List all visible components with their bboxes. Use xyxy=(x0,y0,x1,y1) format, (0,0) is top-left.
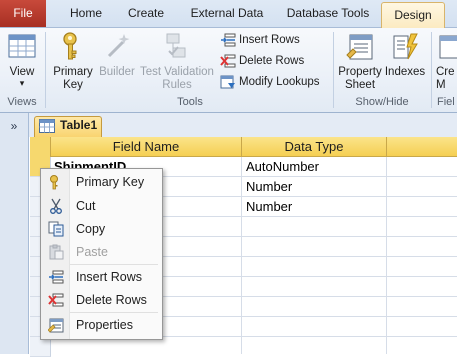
insert-rows-icon xyxy=(221,33,236,47)
create-macro-button[interactable]: Cre M xyxy=(436,30,457,92)
test-validation-label-line1: Test Validation xyxy=(140,66,214,78)
indexes-icon xyxy=(389,30,421,62)
column-header-description[interactable] xyxy=(387,137,457,157)
tab-design[interactable]: Design xyxy=(381,2,445,29)
delete-rows-icon xyxy=(220,54,236,68)
menu-item-properties[interactable]: Properties xyxy=(41,314,161,336)
property-sheet-button[interactable]: Property Sheet xyxy=(337,30,383,92)
test-validation-label-line2: Rules xyxy=(162,79,192,91)
table-icon xyxy=(39,119,55,133)
group-separator xyxy=(45,32,46,108)
builder-wand-icon xyxy=(101,30,133,62)
field-group-label: Fiel xyxy=(437,96,455,108)
menu-item-label: Primary Key xyxy=(76,175,145,189)
data-type-cell[interactable]: Number xyxy=(246,197,292,216)
row-selector[interactable] xyxy=(30,337,51,357)
data-type-cell[interactable]: AutoNumber xyxy=(246,157,319,176)
create-macro-label-line2: M xyxy=(436,79,446,91)
menu-item-label: Cut xyxy=(76,199,96,213)
tab-database-tools[interactable]: Database Tools xyxy=(278,0,378,27)
insert-rows-button[interactable]: Insert Rows xyxy=(220,30,300,50)
nav-pane-toggle-button[interactable]: » xyxy=(2,117,26,135)
delete-rows-icon xyxy=(48,293,64,307)
delete-rows-button[interactable]: Delete Rows xyxy=(220,51,304,71)
builder-button[interactable]: Builder xyxy=(96,30,138,79)
primary-key-button[interactable]: Primary Key xyxy=(50,30,96,92)
menu-item-insert-rows[interactable]: Insert Rows xyxy=(41,266,161,288)
column-header-field-name[interactable]: Field Name xyxy=(51,137,242,157)
menu-item-delete-rows[interactable]: Delete Rows xyxy=(41,289,161,311)
primary-key-label-line2: Key xyxy=(63,79,83,91)
modify-lookups-label: Modify Lookups xyxy=(239,76,320,88)
property-sheet-label-line1: Property xyxy=(338,66,382,78)
menu-item-label: Properties xyxy=(76,318,133,332)
menu-item-label: Delete Rows xyxy=(76,293,147,307)
delete-rows-label: Delete Rows xyxy=(239,55,305,67)
menu-item-copy[interactable]: Copy xyxy=(41,218,161,240)
tab-create[interactable]: Create xyxy=(116,0,176,27)
menu-separator xyxy=(70,264,158,265)
builder-label: Builder xyxy=(99,66,135,78)
data-type-cell[interactable]: Number xyxy=(246,177,292,196)
test-validation-icon xyxy=(161,30,193,62)
properties-icon xyxy=(48,318,64,333)
menu-item-paste[interactable]: Paste xyxy=(41,241,161,263)
macro-icon xyxy=(438,30,457,62)
group-separator xyxy=(431,32,432,108)
modify-lookups-button[interactable]: Modify Lookups xyxy=(220,72,320,92)
column-header-data-type[interactable]: Data Type xyxy=(242,137,387,157)
tab-file[interactable]: File xyxy=(0,0,46,27)
scissors-icon xyxy=(50,198,62,214)
property-sheet-icon xyxy=(344,30,376,62)
modify-lookups-icon xyxy=(220,75,235,89)
ribbon: View ▾ Views Primary Key Builder Test Va… xyxy=(0,28,457,113)
create-macro-label-line1: Cre xyxy=(436,66,455,78)
menu-item-label: Insert Rows xyxy=(76,270,142,284)
menu-item-primary-key[interactable]: Primary Key xyxy=(41,171,161,193)
menu-item-label: Copy xyxy=(76,222,106,236)
property-sheet-label-line2: Sheet xyxy=(344,79,376,91)
tab-external-data[interactable]: External Data xyxy=(180,0,274,27)
copy-icon xyxy=(48,221,64,237)
datasheet-view-icon xyxy=(6,30,38,62)
tools-group-label: Tools xyxy=(177,96,203,108)
menu-item-label: Paste xyxy=(76,245,108,259)
navigation-pane xyxy=(0,113,29,354)
insert-rows-label: Insert Rows xyxy=(239,34,300,46)
paste-icon xyxy=(49,244,64,260)
primary-key-label-line1: Primary xyxy=(53,66,93,78)
indexes-label: Indexes xyxy=(384,66,426,78)
test-validation-rules-button[interactable]: Test Validation Rules xyxy=(138,30,216,92)
views-group-label: Views xyxy=(7,96,37,108)
insert-rows-icon xyxy=(49,270,64,284)
menu-separator xyxy=(70,312,158,313)
key-icon xyxy=(50,175,58,190)
showhide-group-label: Show/Hide xyxy=(355,96,409,108)
view-button[interactable]: View ▾ xyxy=(4,30,40,88)
document-tab-label: Table1 xyxy=(60,118,98,132)
grid-corner-selector[interactable] xyxy=(30,137,51,157)
indexes-button[interactable]: Indexes xyxy=(383,30,427,79)
view-dropdown-arrow-icon: ▾ xyxy=(19,78,25,88)
tab-home[interactable]: Home xyxy=(58,0,114,27)
menu-item-cut[interactable]: Cut xyxy=(41,195,161,217)
key-icon xyxy=(57,30,89,62)
